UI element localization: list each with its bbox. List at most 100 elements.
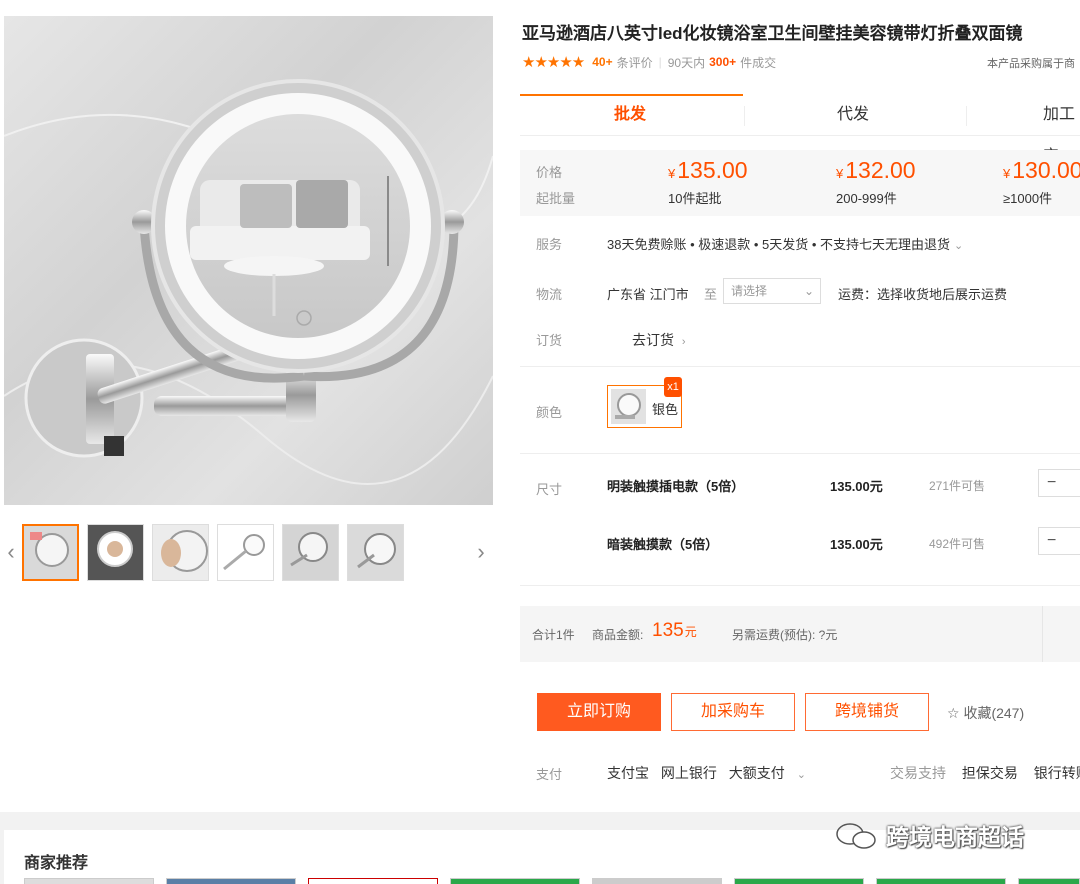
divider [520, 366, 1080, 367]
summary-amount: 135元 [652, 620, 697, 642]
recommend-card[interactable] [876, 878, 1006, 884]
product-title: 亚马逊酒店八英寸led化妆镜浴室卫生间壁挂美容镜带灯折叠双面镜 [522, 24, 1023, 43]
service-terms: 38天免费赊账 • 极速退款 • 5天发货 • 不支持七天无理由退货 [607, 237, 951, 252]
star-outline-icon: ☆ [947, 705, 960, 721]
shipping-to-label: 至 [704, 287, 718, 302]
cross-border-button[interactable]: 跨境铺货 [805, 693, 929, 731]
size-label: 尺寸 [536, 482, 563, 497]
divider: | [658, 55, 662, 69]
divider [1042, 606, 1043, 662]
shipping-origin: 广东省 江门市 [607, 287, 689, 302]
divider [520, 453, 1080, 454]
summary-freight: 另需运费(预估): ?元 [732, 628, 838, 642]
price-tier-1: ¥135.00 [668, 157, 748, 184]
price-box: 价格 起批量 ¥135.00 10件起批 ¥132.00 200-999件 ¥1… [520, 150, 1080, 216]
large-payment-dropdown[interactable]: 大额支付 ⌄ [729, 765, 814, 781]
moq-tier-3: ≥1000件 [1003, 191, 1053, 206]
summary-amount-value: 135 [652, 620, 684, 641]
recommend-title: 商家推荐 [24, 855, 89, 872]
color-option-label: 银色 [652, 402, 679, 417]
procurement-note: 本产品采购属于商 [987, 58, 1075, 70]
favorite-button[interactable]: ☆ 收藏(247) [947, 703, 1024, 723]
go-order-text: 去订货 [632, 332, 674, 348]
tab-dropship[interactable]: 代发 [837, 94, 869, 136]
order-label: 订货 [536, 333, 563, 348]
watermark-text: 跨境电商超话 [886, 824, 1024, 850]
thumbnail-prev-button[interactable]: ‹ [4, 522, 18, 582]
thumbnail-6[interactable] [347, 524, 404, 581]
alipay-link[interactable]: 支付宝 [607, 765, 649, 781]
main-product-image[interactable] [4, 16, 493, 505]
price-value: 130.00 [1012, 157, 1080, 183]
chevron-down-icon: ⌄ [796, 769, 806, 781]
star-rating-icon: ★★★★★ [522, 54, 585, 71]
quantity-decrease-button[interactable]: − [1038, 469, 1080, 497]
recommend-card[interactable] [1018, 878, 1080, 884]
service-text[interactable]: 38天免费赊账 • 极速退款 • 5天发货 • 不支持七天无理由退货 ⌄ [607, 234, 963, 253]
add-to-cart-button[interactable]: 加采购车 [671, 693, 795, 731]
quantity-decrease-button[interactable]: − [1038, 527, 1080, 555]
selected-quantity-badge: x1 [664, 377, 682, 397]
chevron-down-icon: ⌄ [803, 284, 814, 298]
recommend-card[interactable] [24, 878, 154, 884]
go-order-link[interactable]: 去订货 › [632, 330, 686, 350]
thumbnail-1[interactable] [22, 524, 79, 581]
moq-tier-1: 10件起批 [668, 191, 722, 206]
recommend-card[interactable] [450, 878, 580, 884]
order-summary: 合计1件 商品金额: 135元 另需运费(预估): ?元 [520, 606, 1080, 662]
tab-wholesale[interactable]: 批发 [614, 94, 646, 136]
buy-now-button[interactable]: 立即订购 [537, 693, 661, 731]
trade-support-label: 交易支持 [890, 765, 946, 781]
thumbnail-next-button[interactable]: › [474, 522, 488, 582]
service-label: 服务 [536, 237, 563, 252]
payment-label: 支付 [536, 767, 563, 782]
moq-label: 起批量 [536, 191, 576, 206]
sku-price: 135.00元 [830, 479, 883, 494]
purchase-mode-tabs: 批发 代发 加工定 [520, 94, 1080, 165]
sku-price: 135.00元 [830, 537, 883, 552]
thumbnail-strip: ‹ › [4, 522, 493, 582]
sales-count: 300+ [709, 55, 737, 69]
chevron-down-icon[interactable]: ⌄ [954, 240, 963, 252]
recommend-card[interactable] [592, 878, 722, 884]
thumbnail-5[interactable] [282, 524, 339, 581]
recommend-card[interactable] [308, 878, 438, 884]
review-count[interactable]: 40+ [592, 55, 612, 69]
price-value: 135.00 [677, 157, 748, 183]
tab-custom[interactable]: 加工定 [1043, 94, 1080, 165]
summary-amount-label: 商品金额: [592, 628, 644, 642]
price-value: 132.00 [845, 157, 916, 183]
thumbnail-3[interactable] [152, 524, 209, 581]
currency-symbol: ¥ [668, 166, 676, 181]
color-option-image [611, 389, 646, 424]
payment-methods: 支付宝 网上银行 大额支付 ⌄ [607, 763, 822, 783]
large-payment-label: 大额支付 [728, 765, 785, 781]
review-label[interactable]: 条评价 [617, 54, 653, 71]
wechat-icon [836, 823, 876, 849]
moq-tier-2: 200-999件 [836, 191, 897, 206]
logistics-label: 物流 [536, 287, 563, 302]
divider [520, 585, 1080, 586]
chevron-right-icon: › [681, 336, 686, 348]
sku-name: 明装触摸插电款（5倍） [607, 479, 745, 494]
sku-stock: 492件可售 [929, 537, 986, 551]
thumbnail-2[interactable] [87, 524, 144, 581]
recommend-card[interactable] [734, 878, 864, 884]
trade-support: 交易支持 担保交易 银行转账 [890, 763, 1080, 783]
recommend-card[interactable] [166, 878, 296, 884]
tab-divider [744, 106, 745, 126]
destination-select[interactable]: 请选择 ⌄ [723, 278, 821, 304]
thumbnail-4[interactable] [217, 524, 274, 581]
sales-suffix: 件成交 [740, 55, 777, 70]
favorite-count: 收藏(247) [963, 705, 1025, 721]
online-bank-link[interactable]: 网上银行 [661, 765, 717, 781]
currency-symbol: ¥ [836, 166, 844, 181]
bank-transfer[interactable]: 银行转账 [1034, 765, 1080, 781]
tab-divider [966, 106, 967, 126]
color-label: 颜色 [536, 405, 563, 420]
product-page: ‹ › 亚马逊酒店八英寸led化妆镜浴室卫生间壁挂美容镜带灯折叠双面镜 ★★★★… [0, 0, 1080, 884]
price-tier-2: ¥132.00 [836, 157, 916, 184]
price-tier-3: ¥130.00 [1003, 157, 1080, 184]
destination-placeholder: 请选择 [731, 284, 768, 298]
escrow-trade[interactable]: 担保交易 [962, 765, 1018, 781]
